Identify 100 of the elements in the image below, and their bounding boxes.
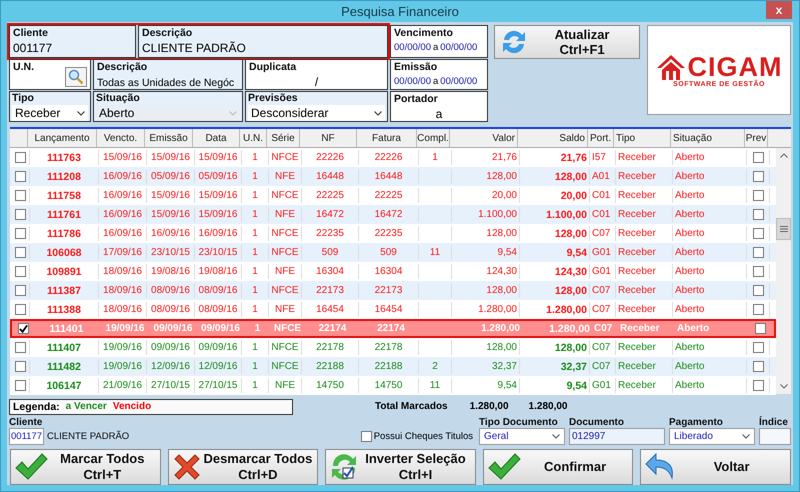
checks-checkbox[interactable]: Possui Cheques Titulos: [360, 427, 473, 445]
field-value: /: [314, 75, 320, 89]
row-checkbox[interactable]: [15, 285, 26, 296]
action-button[interactable]: Inverter Seleção Ctrl+I: [325, 449, 476, 485]
duplicate-field[interactable]: Duplicata /: [245, 59, 388, 90]
row-checkbox[interactable]: [15, 247, 26, 258]
description-field[interactable]: Descrição CLIENTE PADRÃO: [138, 25, 388, 58]
table-cell: 111407: [30, 340, 99, 355]
forecast-checkbox[interactable]: [752, 152, 764, 163]
table-cell: NFCE: [269, 150, 302, 165]
column-header[interactable]: NF: [300, 129, 357, 147]
row-checkbox[interactable]: [15, 171, 26, 182]
table-cell: 22188: [302, 359, 359, 374]
forecast-checkbox[interactable]: [752, 342, 764, 353]
table-cell: C01: [590, 188, 616, 203]
table-cell: 19/09/16: [99, 359, 147, 374]
table-cell: Aberto: [673, 169, 747, 184]
row-checkbox[interactable]: [15, 361, 26, 372]
column-header[interactable]: Tipo: [614, 129, 671, 147]
row-checkbox[interactable]: [15, 380, 26, 391]
scrollbar[interactable]: [776, 148, 791, 394]
action-button[interactable]: Desmarcar Todos Ctrl+D: [168, 449, 318, 485]
row-checkbox[interactable]: [15, 304, 26, 315]
table-cell: 20,00: [452, 188, 520, 203]
column-header[interactable]: Compl.: [417, 129, 450, 147]
document-type-dropdown[interactable]: Geral: [479, 428, 565, 445]
table-cell: G01: [590, 378, 616, 393]
index-field[interactable]: [759, 428, 791, 445]
forecast-checkbox[interactable]: [752, 190, 764, 201]
document-field[interactable]: 012997: [569, 428, 665, 445]
forecast-checkbox[interactable]: [752, 266, 764, 277]
column-header[interactable]: Data: [193, 129, 240, 147]
forecast-checkbox[interactable]: [752, 285, 764, 296]
forecast-checkbox[interactable]: [752, 304, 764, 315]
forecast-checkbox[interactable]: [752, 171, 764, 182]
table-row[interactable]: 106147 21/09/16 27/10/15 27/10/15 1 NFE 14750 14750 11 9,54 9,54 G01 Receber Aberto: [10, 376, 776, 395]
column-header[interactable]: Valor: [450, 129, 518, 147]
row-checkbox[interactable]: [15, 342, 26, 353]
scroll-thumb[interactable]: [776, 218, 791, 240]
action-button[interactable]: Voltar: [640, 449, 791, 485]
search-button[interactable]: [65, 67, 87, 87]
forecast-checkbox[interactable]: [752, 361, 764, 372]
column-header[interactable]: Port.: [588, 129, 614, 147]
table-cell: 1.280,00: [452, 302, 520, 317]
dropdown[interactable]: Desconsiderar: [248, 105, 385, 121]
payment-dropdown[interactable]: Liberado: [669, 428, 755, 445]
action-button[interactable]: Confirmar: [482, 449, 634, 485]
table-row[interactable]: 111482 19/09/16 12/09/16 12/09/16 1 NFCE 22188 22188 2 32,37 32,37 C07 Receber Aberto: [10, 357, 776, 376]
table-cell: 22188: [359, 359, 419, 374]
table-cell: 1: [242, 150, 269, 165]
table-cell: 22225: [359, 188, 419, 203]
refresh-button[interactable]: Atualizar Ctrl+F1: [494, 25, 640, 59]
column-header[interactable]: Saldo: [518, 129, 588, 147]
column-header[interactable]: Vencto.: [97, 129, 145, 147]
column-header[interactable]: Emissão: [145, 129, 193, 147]
table-cell-text: 22174: [376, 322, 406, 336]
table-cell: Receber: [616, 207, 673, 222]
forecast-checkbox[interactable]: [752, 247, 764, 258]
business-unit-field[interactable]: U.N.: [9, 59, 91, 90]
forecast-checkbox[interactable]: [752, 228, 764, 239]
table-cell: 32,37: [520, 359, 590, 374]
row-checkbox[interactable]: [15, 190, 26, 201]
row-checkbox[interactable]: [15, 266, 26, 277]
carrier-field[interactable]: Portador a: [390, 91, 488, 122]
table-cell-text: C07: [593, 322, 614, 336]
column-header[interactable]: U.N.: [240, 129, 267, 147]
table-cell: 32,37: [452, 359, 520, 374]
client-code-field[interactable]: 001177: [9, 428, 44, 445]
table-cell: 111758: [30, 188, 99, 203]
table-cell: 9,54: [452, 378, 520, 393]
table-cell: G01: [590, 264, 616, 279]
row-checkbox[interactable]: [15, 209, 26, 220]
forecast-checkbox[interactable]: [752, 209, 764, 220]
check-icon: [486, 452, 521, 482]
column-header[interactable]: Fatura: [357, 129, 417, 147]
scroll-down-icon[interactable]: [780, 384, 788, 389]
scroll-up-icon[interactable]: [780, 153, 788, 158]
client-field[interactable]: Cliente 001177: [9, 25, 136, 58]
forecast-checkbox[interactable]: [752, 380, 764, 391]
due-date-range-field[interactable]: Vencimento 00/00/00 a 00/00/00: [390, 25, 488, 58]
column-header[interactable]: Lançamento: [28, 129, 97, 147]
table-cell: 21,76: [452, 150, 520, 165]
table-cell-text: 22174: [318, 322, 348, 336]
row-checkbox[interactable]: [15, 152, 26, 163]
row-checkbox[interactable]: [15, 228, 26, 239]
field-label: Cliente: [9, 417, 44, 428]
column-header[interactable]: Situação: [671, 129, 745, 147]
table-cell-text: 1: [254, 322, 262, 336]
action-button[interactable]: Marcar Todos Ctrl+T: [10, 449, 161, 485]
table-cell: 16/09/16: [99, 188, 147, 203]
close-button[interactable]: x: [766, 1, 792, 19]
column-header[interactable]: Prev: [745, 129, 768, 147]
unit-description-field[interactable]: Descrição Todas as Unidades de Negóc: [93, 59, 243, 90]
issue-date-range-field[interactable]: Emissão 00/00/00 a 00/00/00: [390, 59, 488, 90]
table-cell: Receber: [616, 245, 673, 260]
dropdown[interactable]: Receber: [12, 105, 88, 121]
row-checkbox[interactable]: [18, 323, 28, 334]
forecast-checkbox[interactable]: [755, 323, 766, 334]
table-cell: Receber: [616, 378, 673, 393]
column-header[interactable]: Série: [267, 129, 300, 147]
